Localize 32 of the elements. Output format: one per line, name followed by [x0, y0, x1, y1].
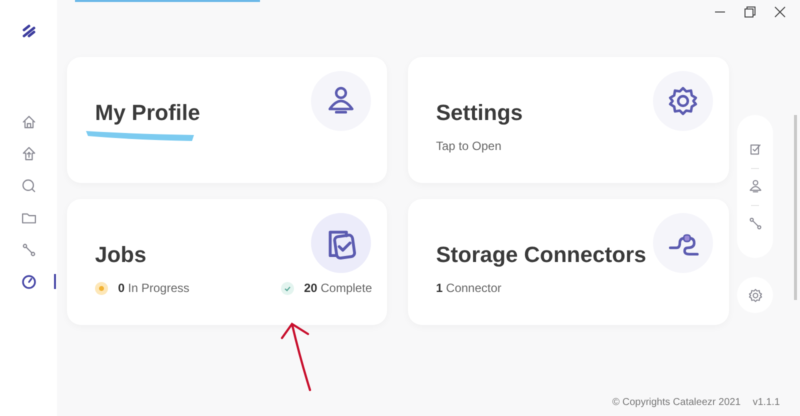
- logo-icon: [22, 24, 36, 38]
- restore-icon: [744, 6, 756, 18]
- home-icon: [20, 114, 36, 130]
- close-button[interactable]: [772, 4, 788, 20]
- check-icon: [280, 282, 294, 294]
- job-stat: 20 Complete: [304, 280, 372, 297]
- settings-icon: [667, 85, 699, 117]
- restore-button[interactable]: [742, 4, 758, 20]
- card-title: Storage Connectors: [436, 244, 646, 266]
- person-icon: [748, 179, 762, 194]
- dashboard-card[interactable]: Jobs 0 In Progress 20 Complete: [67, 199, 387, 325]
- card-title: My Profile: [95, 102, 200, 124]
- card-title: Settings: [436, 102, 523, 124]
- dashboard-card[interactable]: Settings Tap to Open: [408, 57, 729, 183]
- gauge-icon: [20, 274, 36, 290]
- close-icon: [774, 6, 786, 18]
- version-text: v1.1.1: [752, 396, 780, 410]
- search-icon: [20, 178, 36, 194]
- active-indicator: [54, 274, 56, 289]
- gear-icon: [748, 288, 762, 302]
- card-title: Jobs: [95, 244, 146, 266]
- route-icon: [20, 242, 36, 258]
- copyright-text: © Copyrights Cataleezr 2021: [612, 396, 741, 410]
- upload-icon: [20, 146, 36, 162]
- checkbox-icon: [748, 142, 762, 157]
- card-subtitle: Tap to Open: [436, 138, 502, 155]
- dashboard-card[interactable]: Storage Connectors 1 Connector: [408, 199, 729, 325]
- dashboard-card[interactable]: My Profile: [67, 57, 387, 183]
- connector-count: 1 Connector: [436, 280, 502, 297]
- job-stat: 0 In Progress: [118, 280, 190, 297]
- route-icon: [748, 216, 762, 231]
- settings-button[interactable]: [737, 277, 773, 313]
